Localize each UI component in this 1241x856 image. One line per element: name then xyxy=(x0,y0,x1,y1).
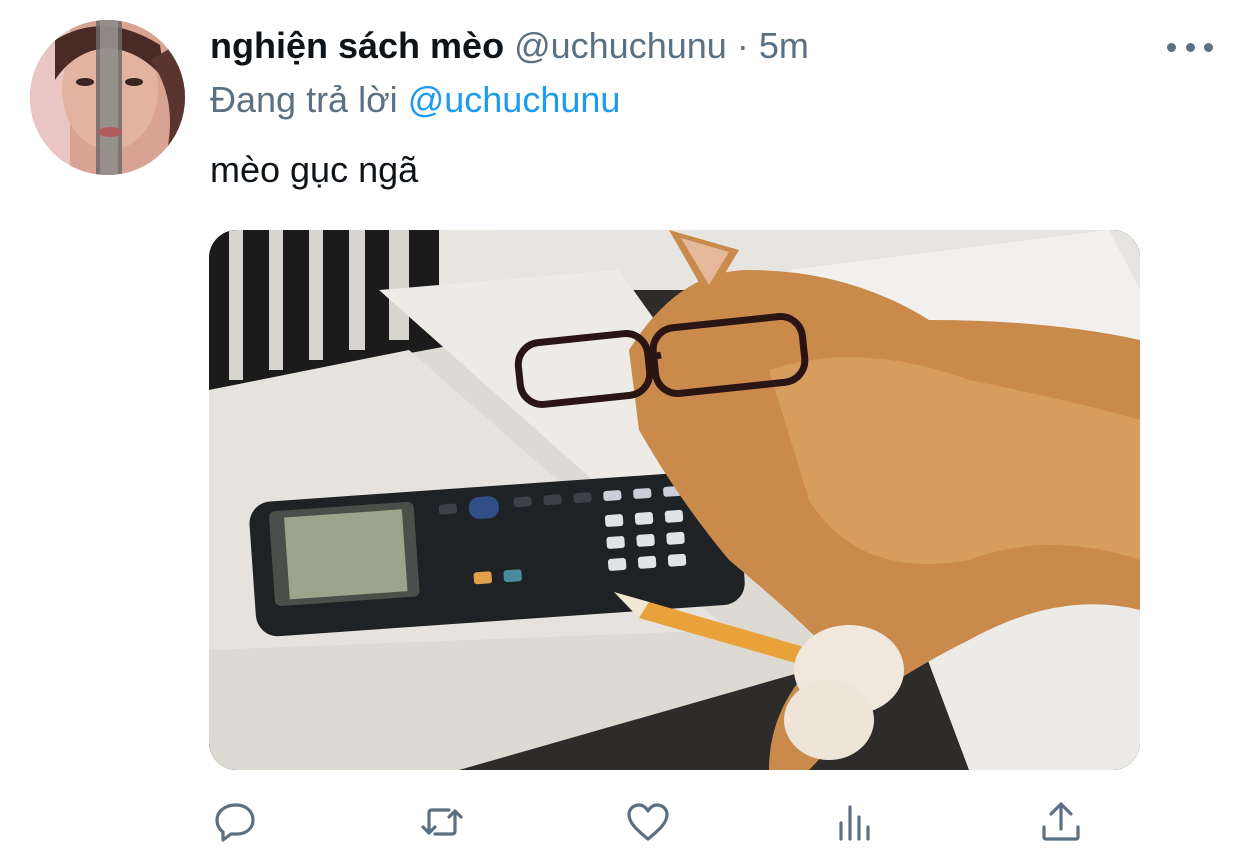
more-horizontal-icon xyxy=(1167,42,1176,52)
avatar[interactable] xyxy=(30,20,185,175)
reply-mention-link[interactable]: @uchuchunu xyxy=(408,79,621,120)
retweet-icon xyxy=(421,808,463,836)
heart-icon xyxy=(627,803,669,841)
more-horizontal-icon-dot xyxy=(1204,42,1213,52)
cat-photo xyxy=(209,230,1140,770)
like-button[interactable] xyxy=(620,794,676,850)
tweet-action-bar xyxy=(0,790,1241,856)
timestamp[interactable]: 5m xyxy=(759,25,809,66)
reply-bubble-icon xyxy=(215,803,255,842)
user-handle[interactable]: @uchuchunu xyxy=(514,25,727,66)
separator-dot: · xyxy=(736,25,749,66)
reply-prefix: Đang trả lời xyxy=(210,79,398,120)
more-options-button[interactable] xyxy=(1167,34,1213,60)
analytics-bars-icon xyxy=(839,805,870,841)
tweet-media-image[interactable] xyxy=(209,230,1140,770)
retweet-button[interactable] xyxy=(414,794,470,850)
tweet-text: mèo gục ngã xyxy=(210,149,419,190)
display-name[interactable]: nghiện sách mèo xyxy=(210,25,504,66)
reply-button[interactable] xyxy=(208,794,264,850)
more-horizontal-icon-dot xyxy=(1185,42,1195,52)
avatar-image xyxy=(30,20,185,175)
analytics-button[interactable] xyxy=(827,794,883,850)
share-upload-icon xyxy=(1042,802,1080,841)
reply-context: Đang trả lời @uchuchunu xyxy=(210,78,620,122)
tweet-card[interactable]: nghiện sách mèo @uchuchunu · 5m Đang trả… xyxy=(0,0,1241,856)
share-button[interactable] xyxy=(1033,794,1089,850)
tweet-header: nghiện sách mèo @uchuchunu · 5m xyxy=(210,24,809,68)
